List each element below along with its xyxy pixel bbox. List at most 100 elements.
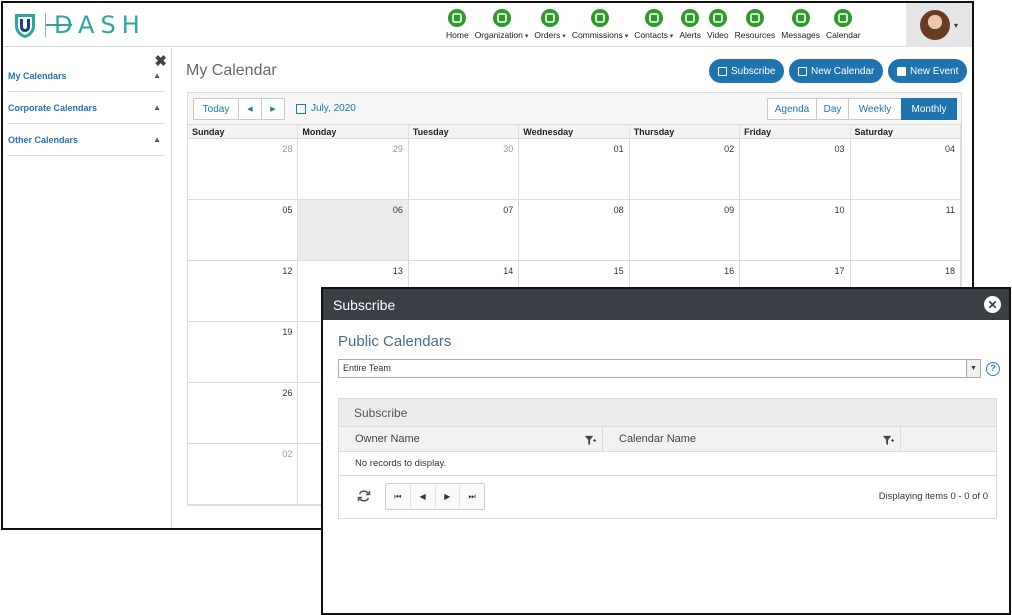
filter-icon[interactable] <box>585 435 596 446</box>
day-cell[interactable]: 28 <box>188 139 299 199</box>
day-cell[interactable]: 01 <box>519 139 630 199</box>
nav-item-home[interactable]: Home <box>446 9 469 40</box>
calendar-check-icon <box>718 66 727 76</box>
nav-item-messages[interactable]: Messages <box>781 9 820 40</box>
nav-item-label: Contacts ▾ <box>634 30 673 40</box>
nav-item-label: Orders ▾ <box>534 30 565 40</box>
new-event-button[interactable]: New Event <box>888 59 968 83</box>
refresh-icon[interactable] <box>357 489 371 503</box>
prev-month-button[interactable]: ◀ <box>238 98 262 120</box>
day-cell[interactable]: 03 <box>740 139 851 199</box>
day-header-saturday: Saturday <box>851 125 961 138</box>
chevron-down-icon: ▼ <box>966 360 980 377</box>
new-event-button-label: New Event <box>910 65 959 77</box>
day-cell[interactable]: 30 <box>409 139 520 199</box>
view-agenda-button[interactable]: Agenda <box>767 98 817 120</box>
month-label: July, 2020 <box>311 103 356 114</box>
user-menu[interactable]: ▾ <box>906 3 972 47</box>
chevron-down-icon: ▾ <box>560 33 566 40</box>
first-page-icon[interactable]: ⏮ <box>386 484 411 509</box>
view-monthly-button[interactable]: Monthly <box>901 98 957 120</box>
subscribe-button[interactable]: Subscribe <box>709 59 785 83</box>
nav-item-resources[interactable]: Resources <box>735 9 775 40</box>
column-owner-name[interactable]: Owner Name <box>339 427 603 451</box>
nav-item-video[interactable]: Video <box>707 9 729 40</box>
nav-item-text: Orders <box>534 30 561 40</box>
day-number: 30 <box>503 144 514 154</box>
day-cell[interactable]: 12 <box>188 261 299 321</box>
day-number: 19 <box>282 327 293 337</box>
day-cell[interactable]: 08 <box>519 200 630 260</box>
close-icon[interactable]: ✕ <box>984 296 1001 313</box>
nav-item-calendar[interactable]: Calendar <box>826 9 861 40</box>
day-cell[interactable]: 10 <box>740 200 851 260</box>
week-row: 05 06 07 08 09 10 11 <box>188 200 961 261</box>
team-select-value: Entire Team <box>343 363 391 373</box>
nav-item-text: Home <box>446 30 469 40</box>
nav-item-contacts[interactable]: Contacts ▾ <box>634 9 673 40</box>
day-cell[interactable]: 02 <box>188 444 299 504</box>
nav-item-text: Messages <box>781 30 821 40</box>
calendar-toolbar: Today ◀ ▶ July, 2020 Agenda Day Weekly Mont… <box>187 92 962 124</box>
day-number: 06 <box>392 205 403 215</box>
day-cell[interactable]: 05 <box>188 200 299 260</box>
public-calendars-heading: Public Calendars <box>338 333 452 350</box>
caret-left-icon: ◀ <box>247 106 253 113</box>
dash-logo[interactable]: DASH <box>13 11 146 39</box>
month-picker[interactable]: July, 2020 <box>296 103 356 114</box>
day-cell[interactable]: 09 <box>630 200 741 260</box>
column-calendar-name[interactable]: Calendar Name <box>603 427 901 451</box>
next-page-icon[interactable]: ▶ <box>436 484 461 509</box>
help-icon[interactable]: ? <box>986 362 1000 376</box>
day-number: 26 <box>282 388 293 398</box>
day-cell[interactable]: 07 <box>409 200 520 260</box>
nav-item-commissions[interactable]: Commissions ▾ <box>572 9 628 40</box>
day-header-thursday: Thursday <box>630 125 741 138</box>
next-month-button[interactable]: ▶ <box>261 98 285 120</box>
day-number: 12 <box>282 266 293 276</box>
chevron-up-icon: ▲ <box>153 135 161 144</box>
sidebar-item-other-calendars[interactable]: Other Calendars ▲ <box>7 124 165 156</box>
nav-item-organization[interactable]: Organization ▾ <box>474 9 528 40</box>
day-cell[interactable]: 29 <box>298 139 409 199</box>
filter-icon[interactable] <box>883 435 894 446</box>
nav-item-label: Video <box>707 30 729 40</box>
nav-item-orders[interactable]: Orders ▾ <box>534 9 566 40</box>
day-number: 18 <box>944 266 955 276</box>
nav-item-text: Video <box>707 30 729 40</box>
day-header-tuesday: Tuesday <box>409 125 520 138</box>
today-button[interactable]: Today <box>193 98 239 120</box>
subscribe-dialog: Subscribe ✕ Public Calendars Entire Team… <box>321 287 1011 615</box>
bell-icon <box>681 9 700 27</box>
day-cell[interactable]: 02 <box>630 139 741 199</box>
contacts-icon <box>644 9 663 27</box>
page-title: My Calendar <box>186 62 277 79</box>
day-header-wednesday: Wednesday <box>519 125 630 138</box>
dialog-titlebar: Subscribe ✕ <box>323 289 1009 320</box>
sidebar-item-my-calendars[interactable]: My Calendars ▲ <box>7 60 165 92</box>
view-day-button[interactable]: Day <box>816 98 849 120</box>
nav-item-label: Commissions ▾ <box>572 30 628 40</box>
calendar-icon <box>798 66 807 76</box>
last-page-icon[interactable]: ⏭ <box>460 484 484 509</box>
nav-item-label: Calendar <box>826 30 861 40</box>
day-header-row: Sunday Monday Tuesday Wednesday Thursday Frid… <box>188 125 961 139</box>
day-header-friday: Friday <box>740 125 851 138</box>
nav-item-text: Organization <box>474 30 523 40</box>
view-weekly-button[interactable]: Weekly <box>848 98 902 120</box>
subscribe-grid: Subscribe Owner Name Calendar Name No re… <box>338 398 997 519</box>
day-cell[interactable]: 11 <box>851 200 961 260</box>
sidebar-item-corporate-calendars[interactable]: Corporate Calendars ▲ <box>7 92 165 124</box>
day-cell[interactable]: 04 <box>851 139 961 199</box>
nav-item-alerts[interactable]: Alerts <box>679 9 701 40</box>
resources-icon <box>745 9 764 27</box>
new-calendar-button[interactable]: New Calendar <box>789 59 884 83</box>
day-cell[interactable]: 06 <box>298 200 409 260</box>
day-cell[interactable]: 26 <box>188 383 299 443</box>
week-row: 28 29 30 01 02 03 04 <box>188 139 961 200</box>
day-cell[interactable]: 19 <box>188 322 299 382</box>
prev-page-icon[interactable]: ◀ <box>411 484 436 509</box>
team-select[interactable]: Entire Team ▼ <box>338 359 981 378</box>
nav-item-label: Messages <box>781 30 820 40</box>
calendar-icon <box>834 9 853 27</box>
